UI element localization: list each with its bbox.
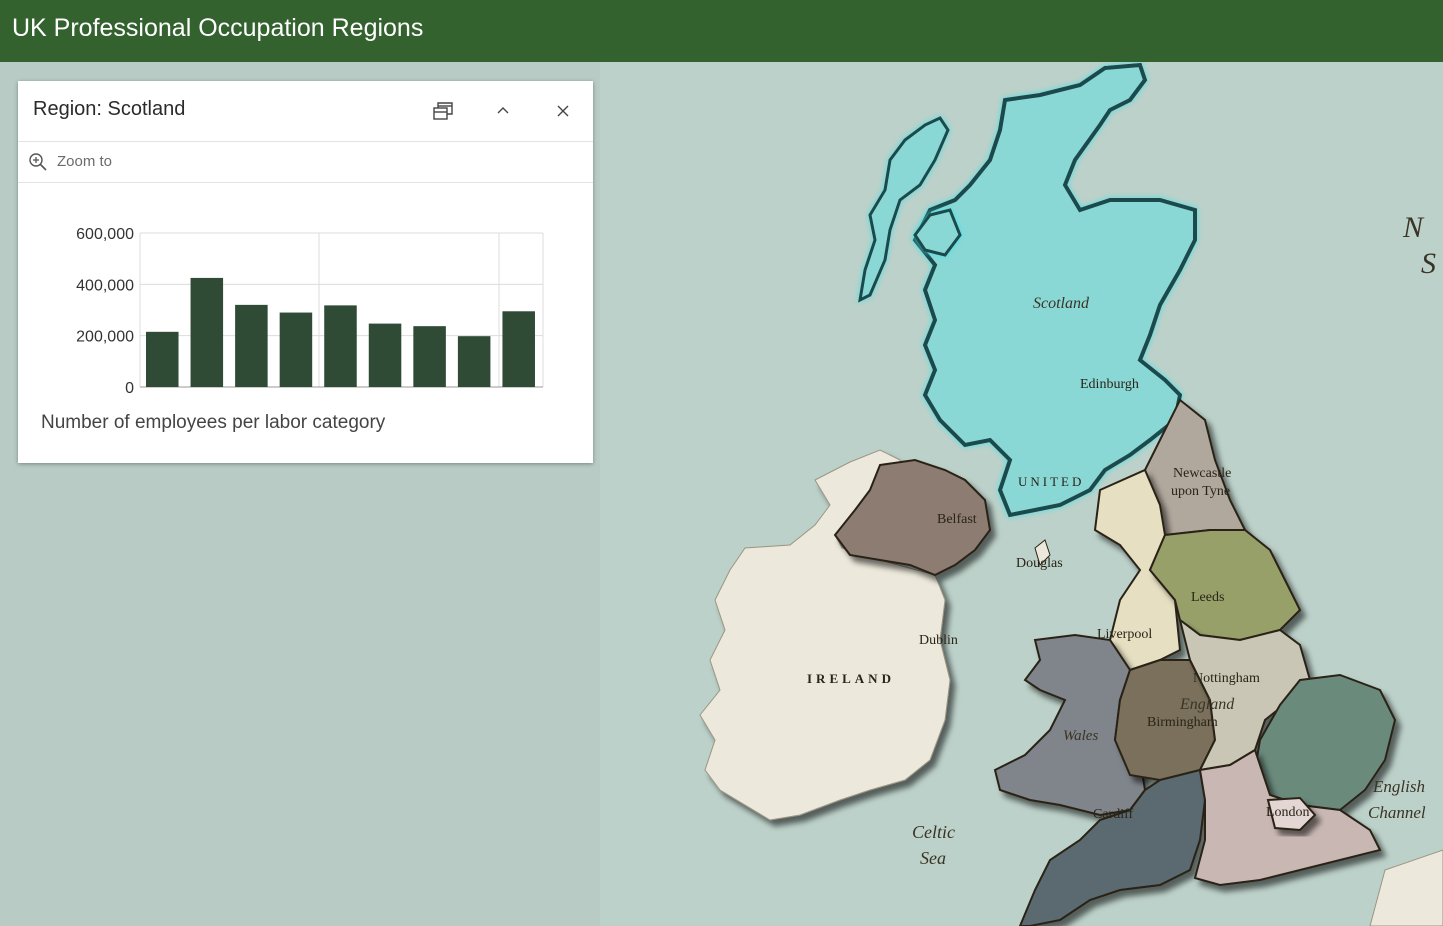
y-tick-label: 200,000	[76, 329, 134, 346]
bar-chart: 600,000 400,000 200,000 0	[18, 182, 593, 412]
bar[interactable]	[235, 304, 268, 387]
label-north-sea-1: N	[1402, 211, 1425, 244]
close-icon	[557, 105, 569, 117]
bar[interactable]	[190, 277, 224, 387]
y-tick-label: 600,000	[76, 226, 134, 243]
label-cardiff: Cardiff	[1093, 807, 1134, 822]
label-dublin: Dublin	[919, 633, 958, 648]
chart-svg: 600,000 400,000 200,000 0	[76, 226, 544, 397]
bar[interactable]	[413, 326, 446, 387]
label-celtic-sea-1: Celtic	[912, 822, 955, 842]
label-london: London	[1266, 805, 1310, 820]
zoom-to-label: Zoom to	[57, 153, 113, 170]
label-england: England	[1179, 696, 1235, 713]
label-liverpool: Liverpool	[1097, 627, 1152, 642]
y-tick-label: 400,000	[76, 277, 134, 294]
label-newcastle-1: Newcastle	[1173, 466, 1231, 481]
label-wales: Wales	[1063, 728, 1098, 744]
chart-caption: Number of employees per labor category	[41, 412, 386, 433]
label-leeds: Leeds	[1191, 590, 1224, 605]
close-button[interactable]	[551, 99, 575, 123]
label-channel-2: Channel	[1368, 803, 1426, 822]
dock-button[interactable]	[431, 99, 455, 123]
label-scotland: Scotland	[1033, 295, 1090, 312]
collapse-button[interactable]	[491, 99, 515, 123]
label-birmingham: Birmingham	[1147, 715, 1218, 730]
label-north-sea-2: S	[1421, 247, 1436, 280]
bar[interactable]	[502, 311, 535, 387]
bar[interactable]	[146, 331, 179, 387]
label-celtic-sea-2: Sea	[920, 848, 946, 868]
dock-icon	[433, 102, 453, 120]
label-edinburgh: Edinburgh	[1080, 377, 1139, 392]
app-title: UK Professional Occupation Regions	[12, 14, 424, 42]
label-channel-1: English	[1372, 777, 1425, 796]
bar[interactable]	[368, 323, 402, 387]
label-nottingham: Nottingham	[1193, 671, 1260, 686]
label-douglas: Douglas	[1016, 556, 1063, 571]
bar[interactable]	[324, 305, 357, 387]
y-tick-label: 0	[125, 380, 134, 397]
label-newcastle-2: upon Tyne	[1171, 484, 1230, 499]
label-ireland: IRELAND	[807, 671, 895, 686]
bar[interactable]	[457, 336, 491, 387]
zoom-to-action[interactable]: Zoom to	[18, 142, 593, 183]
app-header: UK Professional Occupation Regions	[0, 0, 1443, 62]
label-belfast: Belfast	[937, 512, 977, 527]
label-united: UNITED	[1018, 474, 1084, 489]
zoom-in-icon	[29, 153, 47, 171]
popup-title: Region: Scotland	[33, 98, 186, 120]
popup-panel: Region: Scotland Zoom to 600,000 400,000…	[18, 81, 593, 463]
bar[interactable]	[279, 312, 313, 387]
popup-header: Region: Scotland	[18, 81, 593, 142]
chevron-up-icon	[497, 107, 509, 114]
